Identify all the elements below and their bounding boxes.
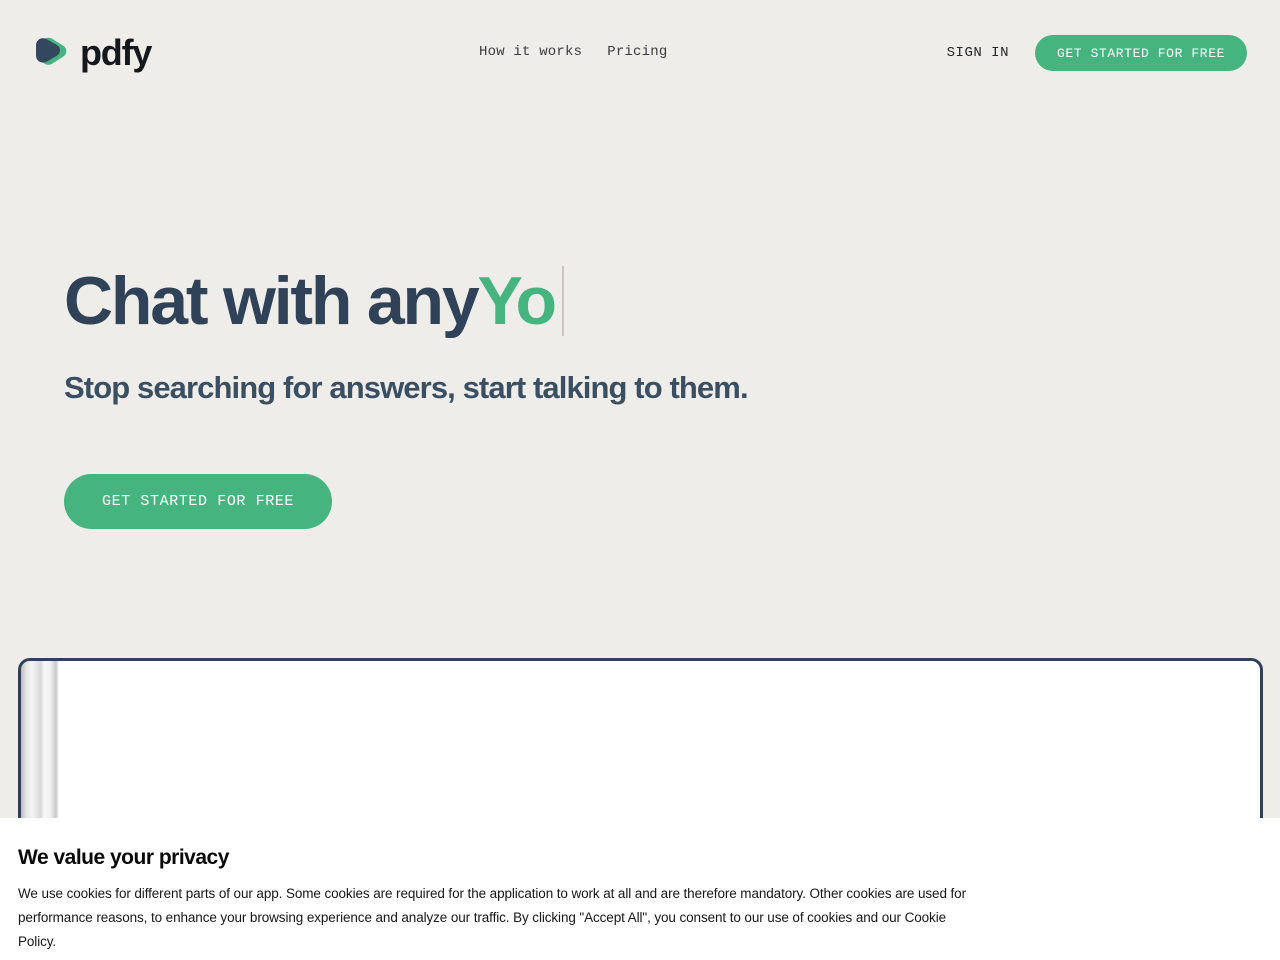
cookie-banner-title: We value your privacy: [18, 846, 229, 869]
typewriter-cursor: [561, 266, 564, 336]
nav-link-pricing[interactable]: Pricing: [607, 42, 667, 62]
hero-subtitle: Stop searching for answers, start talkin…: [64, 370, 749, 405]
brand-name: pdfy: [80, 32, 152, 73]
hero-title-typed: Yo: [477, 263, 557, 339]
nav-link-how-it-works[interactable]: How it works: [479, 42, 582, 62]
brand-logo-link[interactable]: pdfy: [30, 32, 152, 73]
header-actions: SIGN IN GET STARTED FOR FREE: [947, 35, 1247, 71]
site-header: pdfy How it works Pricing SIGN IN GET ST…: [0, 0, 1280, 107]
hero-title-static: Chat with any: [64, 263, 480, 339]
sign-in-link[interactable]: SIGN IN: [947, 45, 1009, 61]
pdfy-droplet-logo-icon: [30, 33, 70, 73]
page-title: Chat with any Yo: [64, 262, 564, 340]
cookie-text-block: We value your privacy We use cookies for…: [0, 818, 985, 954]
hero-get-started-button[interactable]: GET STARTED FOR FREE: [64, 474, 333, 529]
cookie-banner-body: We use cookies for different parts of ou…: [18, 886, 966, 949]
landing-page: pdfy How it works Pricing SIGN IN GET ST…: [0, 0, 1280, 960]
header-get-started-button[interactable]: GET STARTED FOR FREE: [1034, 35, 1247, 71]
primary-navigation: How it works Pricing: [479, 42, 667, 62]
cookie-consent-banner: We value your privacy We use cookies for…: [0, 818, 1280, 960]
